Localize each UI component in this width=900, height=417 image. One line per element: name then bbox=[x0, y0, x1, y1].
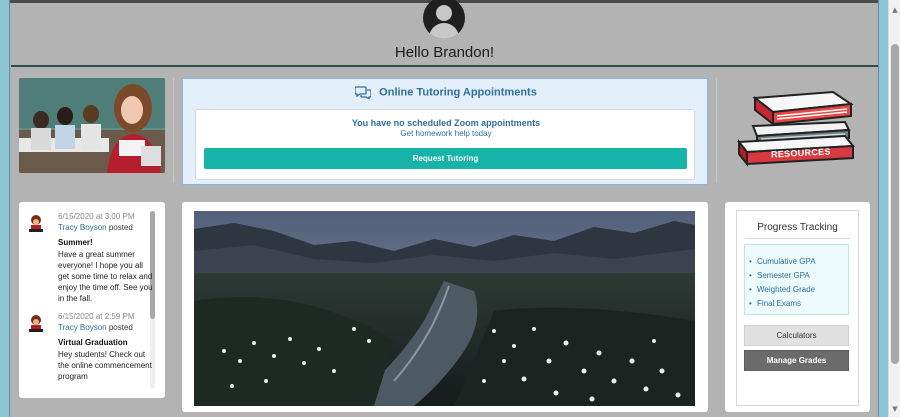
semester-gpa-link[interactable]: Semester GPA bbox=[745, 269, 848, 283]
scrollbar-thumb[interactable] bbox=[891, 44, 899, 364]
post-author-link[interactable]: Tracy Boyson bbox=[58, 323, 107, 332]
post-author-line: Tracy Boyson posted bbox=[58, 223, 133, 232]
homework-help-link[interactable]: Get homework help today bbox=[196, 129, 696, 138]
post-action: posted bbox=[108, 323, 133, 332]
chat-bubbles-icon bbox=[355, 86, 372, 99]
feed-post: 6/15/2020 at 2:59 PM Tracy Boyson posted… bbox=[27, 312, 152, 398]
weighted-grade-link[interactable]: Weighted Grade bbox=[745, 283, 848, 297]
progress-divider bbox=[745, 238, 850, 239]
request-tutoring-button[interactable]: Request Tutoring bbox=[204, 148, 687, 169]
page-header: Hello Brandon! bbox=[11, 0, 878, 67]
announcement-feed[interactable]: 6/15/2020 at 3:00 PM Tracy Boyson posted… bbox=[19, 202, 165, 398]
featured-image-card bbox=[182, 202, 708, 412]
progress-links-list: Cumulative GPA Semester GPA Weighted Gra… bbox=[744, 244, 849, 315]
progress-tracking-title: Progress Tracking bbox=[757, 222, 838, 233]
right-frame bbox=[878, 0, 888, 417]
tutoring-title-text: Online Tutoring Appointments bbox=[379, 86, 537, 99]
post-author-line: Tracy Boyson posted bbox=[58, 323, 133, 332]
school-mascot-icon bbox=[29, 215, 43, 232]
scroll-down-icon[interactable]: ▼ bbox=[889, 403, 900, 415]
students-photo bbox=[19, 78, 165, 173]
user-avatar-icon[interactable] bbox=[423, 0, 465, 39]
manage-grades-button[interactable]: Manage Grades bbox=[744, 350, 849, 371]
final-exams-link[interactable]: Final Exams bbox=[745, 297, 848, 311]
scroll-up-icon[interactable]: ▲ bbox=[889, 4, 900, 16]
post-timestamp: 6/15/2020 at 3:00 PM bbox=[58, 212, 135, 221]
landscape-photo-image bbox=[194, 211, 695, 406]
left-frame bbox=[0, 0, 10, 417]
post-action: posted bbox=[108, 223, 133, 232]
tutoring-panel: Online Tutoring Appointments You have no… bbox=[182, 78, 708, 185]
tutoring-title: Online Tutoring Appointments bbox=[183, 86, 709, 99]
greeting-text: Hello Brandon! bbox=[394, 44, 495, 61]
post-body: Have a great summer everyone! I hope you… bbox=[58, 250, 153, 303]
progress-tracking-card: Progress Tracking Cumulative GPA Semeste… bbox=[725, 202, 870, 412]
post-title: Summer! bbox=[58, 238, 93, 247]
post-body: Hey students! Check out the online comme… bbox=[58, 350, 152, 381]
cumulative-gpa-link[interactable]: Cumulative GPA bbox=[745, 255, 848, 269]
school-mascot-icon bbox=[29, 315, 43, 332]
tutoring-status-box: You have no scheduled Zoom appointments … bbox=[195, 109, 695, 180]
post-title: Virtual Graduation bbox=[58, 338, 128, 347]
post-timestamp: 6/15/2020 at 2:59 PM bbox=[58, 312, 135, 321]
resources-books-icon[interactable]: RESOURCES bbox=[733, 90, 858, 170]
progress-tracking-panel: Progress Tracking Cumulative GPA Semeste… bbox=[736, 210, 859, 406]
avatar-body bbox=[429, 23, 459, 39]
page-scrollbar[interactable]: ▲ ▼ bbox=[888, 0, 900, 417]
landscape-photo bbox=[194, 211, 695, 406]
feed-post: 6/15/2020 at 3:00 PM Tracy Boyson posted… bbox=[27, 212, 153, 307]
column-divider bbox=[173, 78, 174, 183]
post-author-link[interactable]: Tracy Boyson bbox=[58, 223, 107, 232]
column-divider bbox=[716, 78, 717, 183]
avatar-head bbox=[436, 5, 452, 21]
students-photo-image bbox=[19, 78, 165, 173]
appointment-status: You have no scheduled Zoom appointments bbox=[351, 118, 541, 128]
calculators-button[interactable]: Calculators bbox=[744, 325, 849, 346]
